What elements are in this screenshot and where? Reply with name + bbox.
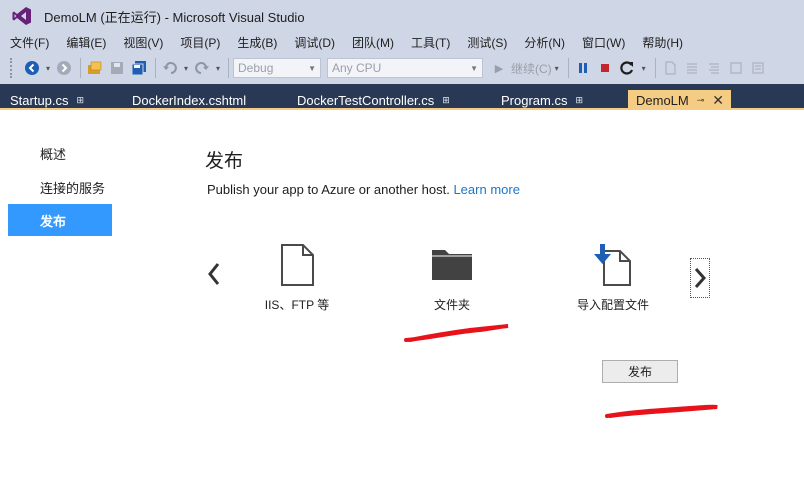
toolbar-overflow-chevron-icon[interactable]: ▾	[639, 58, 649, 78]
toolbar-separator	[228, 58, 229, 78]
close-icon[interactable]: ✕	[712, 92, 724, 109]
learn-more-link[interactable]: Learn more	[453, 182, 519, 197]
tab-label: DockerTestController.cs	[297, 92, 435, 108]
menu-team[interactable]: 团队(M)	[342, 34, 401, 51]
menu-view[interactable]: 视图(V)	[113, 34, 170, 51]
window-title: DemoLM (正在运行) - Microsoft Visual Studio	[44, 9, 305, 25]
publish-target-iis-ftp[interactable]: IIS、FTP 等	[250, 244, 344, 313]
continue-button[interactable]: 继续(C)	[511, 60, 552, 77]
menu-test[interactable]: 测试(S)	[457, 34, 514, 51]
target-label: 文件夹	[433, 298, 470, 312]
tab-demolm[interactable]: DemoLM ⊸ ✕	[628, 90, 731, 110]
restart-icon[interactable]	[617, 58, 637, 78]
pin-icon[interactable]: ⊸	[697, 95, 705, 106]
toolbar-grip[interactable]	[10, 58, 14, 78]
menu-help[interactable]: 帮助(H)	[632, 34, 690, 51]
stop-icon[interactable]	[595, 58, 615, 78]
folder-icon	[432, 250, 472, 280]
menu-debug[interactable]: 调试(D)	[284, 34, 342, 51]
tab-label: DockerIndex.cshtml	[132, 92, 247, 108]
solution-configuration-value: Debug	[238, 61, 274, 75]
tab-label: DemoLM	[636, 92, 689, 108]
menu-window[interactable]: 窗口(W)	[572, 34, 632, 51]
tab-dockerindex-cshtml[interactable]: DockerIndex.cshtml	[124, 90, 246, 110]
title-bar: DemoLM (正在运行) - Microsoft Visual Studio	[0, 0, 804, 32]
save-icon[interactable]	[107, 58, 127, 78]
toolbar-separator	[80, 58, 81, 78]
bookmark-icon[interactable]	[726, 58, 746, 78]
pin-icon[interactable]: ⊞	[442, 95, 450, 106]
pin-icon[interactable]: ⊞	[575, 95, 583, 106]
annotation-marks	[404, 324, 718, 418]
publish-page: 概述 连接的服务 发布 发布 Publish your app to Azure…	[0, 110, 804, 484]
pause-icon[interactable]	[573, 58, 593, 78]
menu-project[interactable]: 项目(P)	[170, 34, 227, 51]
continue-play-icon[interactable]: ▶	[489, 58, 509, 78]
redo-dropdown-chevron-icon[interactable]: ▾	[214, 58, 222, 78]
undo-icon[interactable]	[160, 58, 180, 78]
standard-toolbar: ▾ ▾ ▾ Debug ▼ Any CPU ▼ ▶ 继续(C) ▾ ▾	[0, 52, 804, 84]
toolbar-separator	[567, 58, 569, 78]
solution-configuration-select[interactable]: Debug ▼	[233, 58, 321, 78]
pin-icon[interactable]: ⊞	[77, 95, 85, 106]
sidebar-item-overview[interactable]: 概述	[8, 137, 112, 169]
menu-file[interactable]: 文件(F)	[0, 34, 56, 51]
import-profile-icon	[594, 244, 631, 286]
annotation-underline-publish	[605, 404, 718, 418]
target-label: 导入配置文件	[576, 298, 649, 312]
undo-dropdown-chevron-icon[interactable]: ▾	[182, 58, 190, 78]
new-project-icon[interactable]	[85, 58, 105, 78]
menu-edit[interactable]: 编辑(E)	[56, 34, 113, 51]
chevron-right-icon	[694, 268, 706, 288]
chevron-down-icon: ▼	[470, 63, 478, 73]
publish-target-import-profile[interactable]: 导入配置文件	[566, 244, 660, 313]
solution-platform-value: Any CPU	[332, 61, 382, 75]
menu-analyze[interactable]: 分析(N)	[514, 34, 572, 51]
target-label: IIS、FTP 等	[264, 298, 330, 312]
tab-startup-cs[interactable]: Startup.cs ⊞	[2, 90, 84, 110]
chevron-down-icon: ▼	[308, 63, 316, 73]
sidebar-item-publish[interactable]: 发布	[8, 204, 112, 236]
chevron-left-icon	[208, 263, 220, 285]
publish-button[interactable]: 发布	[602, 360, 678, 383]
page-subtitle: Publish your app to Azure or another hos…	[207, 182, 520, 197]
sidebar-item-connected-services[interactable]: 连接的服务	[8, 171, 112, 203]
dropdown-chevron-icon[interactable]: ▾	[44, 58, 52, 78]
subtitle-text: Publish your app to Azure or another hos…	[207, 182, 450, 197]
tab-dockertestcontroller-cs[interactable]: DockerTestController.cs ⊞	[289, 90, 450, 110]
toolbar-separator	[155, 58, 156, 78]
redo-icon[interactable]	[192, 58, 212, 78]
document-outline-icon[interactable]	[660, 58, 680, 78]
list-icon[interactable]	[682, 58, 702, 78]
continue-dropdown-chevron-icon[interactable]: ▾	[552, 58, 562, 78]
annotation-underline-folder	[404, 324, 509, 342]
carousel-prev-button[interactable]	[207, 262, 221, 293]
carousel-next-button[interactable]	[690, 258, 710, 298]
format-icon[interactable]	[704, 58, 724, 78]
visual-studio-logo-icon	[12, 7, 31, 25]
publish-target-folder[interactable]: 文件夹	[405, 244, 499, 313]
menu-bar: 文件(F) 编辑(E) 视图(V) 项目(P) 生成(B) 调试(D) 团队(M…	[0, 32, 804, 52]
document-tab-bar: Startup.cs ⊞ DockerIndex.cshtml DockerTe…	[0, 84, 804, 110]
forward-icon[interactable]	[54, 58, 74, 78]
toolbar-separator	[654, 58, 656, 78]
page-title: 发布	[205, 151, 244, 172]
tab-label: Startup.cs	[10, 92, 69, 108]
menu-build[interactable]: 生成(B)	[227, 34, 284, 51]
tab-label: Program.cs	[501, 92, 568, 108]
document-icon	[281, 244, 314, 286]
save-all-icon[interactable]	[129, 58, 149, 78]
menu-tools[interactable]: 工具(T)	[401, 34, 457, 51]
back-icon[interactable]	[22, 58, 42, 78]
tab-program-cs[interactable]: Program.cs ⊞	[493, 90, 583, 110]
solution-platform-select[interactable]: Any CPU ▼	[327, 58, 483, 78]
comment-icon[interactable]	[748, 58, 768, 78]
